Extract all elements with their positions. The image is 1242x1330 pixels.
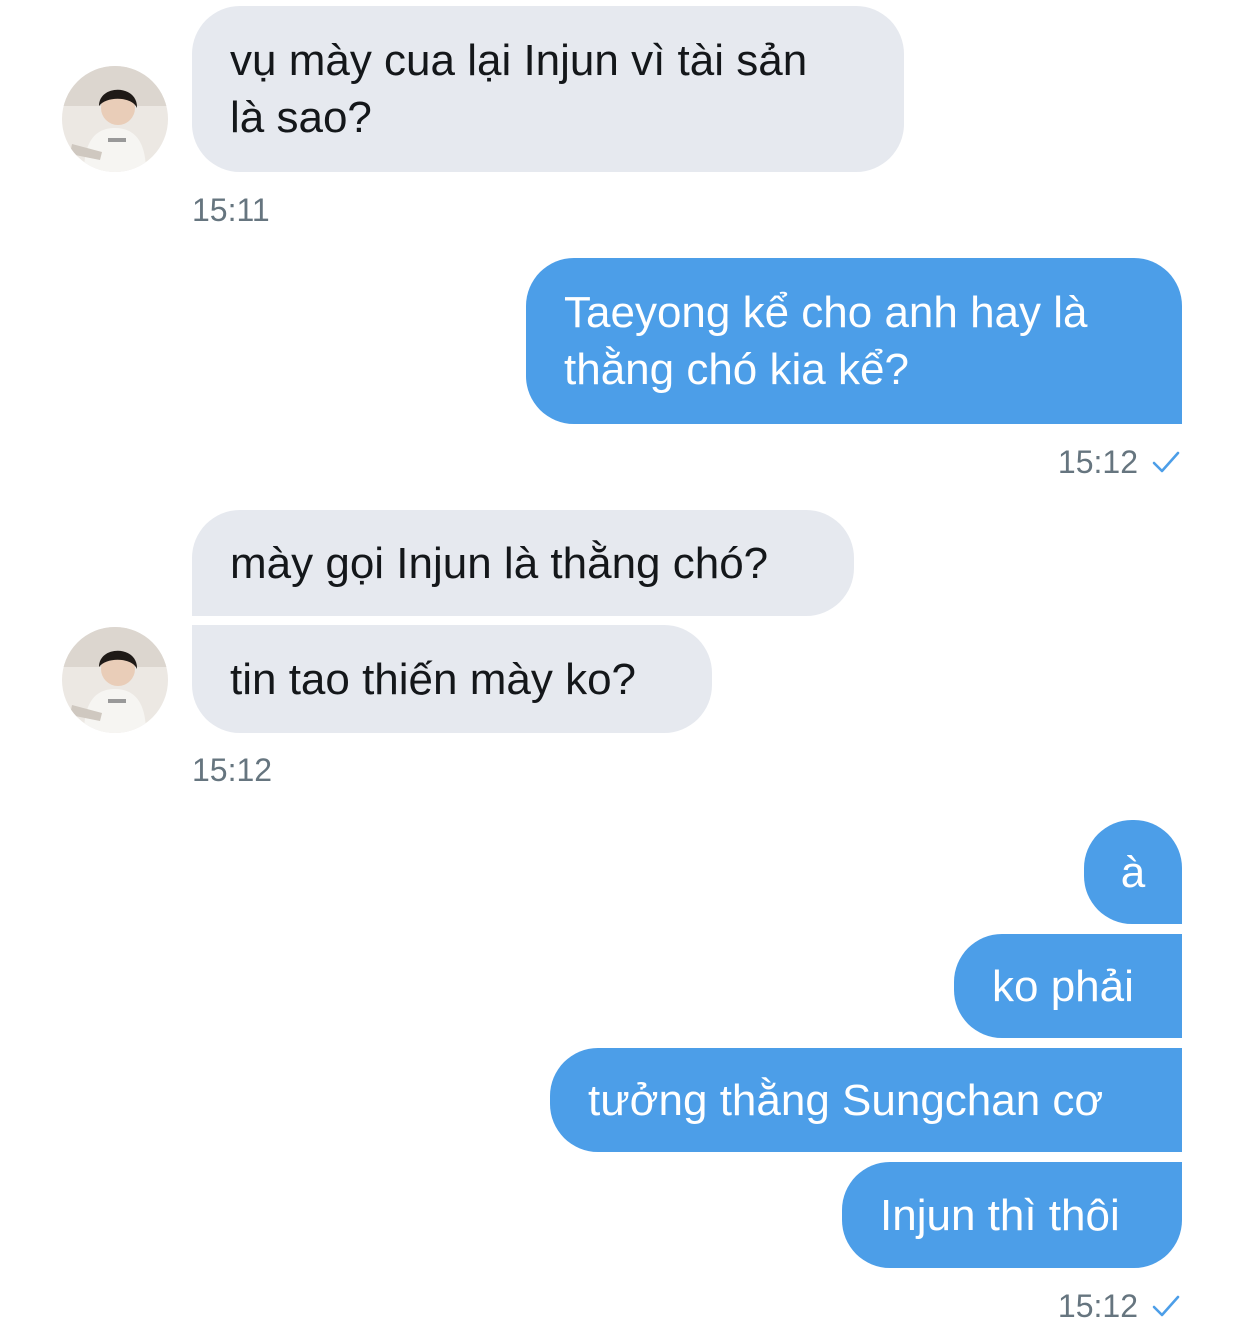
contact-avatar[interactable] xyxy=(62,627,168,733)
outgoing-message-bubble[interactable]: à xyxy=(1084,820,1182,924)
message-timestamp: 15:11 xyxy=(192,192,270,228)
check-icon xyxy=(1152,1294,1180,1318)
message-text-line2: thằng chó kia kể? xyxy=(564,345,909,394)
message-text: ko phải xyxy=(992,961,1134,1011)
message-timestamp-row: 15:12 xyxy=(1058,442,1180,482)
message-timestamp: 15:12 xyxy=(1057,1288,1138,1324)
message-timestamp: 15:12 xyxy=(192,752,273,788)
message-text: mày gọi Injun là thằng chó? xyxy=(230,538,769,588)
outgoing-message-bubble[interactable]: Taeyong kể cho anh hay là thằng chó kia … xyxy=(526,258,1182,424)
incoming-message-bubble[interactable]: tin tao thiến mày ko? xyxy=(192,625,712,733)
check-icon xyxy=(1152,450,1180,474)
message-text: tin tao thiến mày ko? xyxy=(230,654,637,704)
incoming-message-bubble[interactable]: mày gọi Injun là thằng chó? xyxy=(192,510,854,616)
message-text: tưởng thằng Sungchan cơ xyxy=(588,1075,1104,1125)
outgoing-message-bubble[interactable]: ko phải xyxy=(954,934,1182,1038)
message-timestamp: 15:12 xyxy=(1057,444,1138,480)
message-text: à xyxy=(1120,847,1146,897)
message-text-line2: là sao? xyxy=(230,93,372,142)
outgoing-message-bubble[interactable]: Injun thì thôi xyxy=(842,1162,1182,1268)
message-text: Taeyong kể cho anh hay là xyxy=(564,288,1088,337)
outgoing-message-bubble[interactable]: tưởng thằng Sungchan cơ xyxy=(550,1048,1182,1152)
message-text: vụ mày cua lại Injun vì tài sản xyxy=(230,36,808,85)
incoming-message-bubble[interactable]: vụ mày cua lại Injun vì tài sản là sao? xyxy=(192,6,904,172)
message-timestamp-row: 15:12 xyxy=(1058,1286,1180,1326)
contact-avatar[interactable] xyxy=(62,66,168,172)
message-text: Injun thì thôi xyxy=(880,1190,1120,1240)
